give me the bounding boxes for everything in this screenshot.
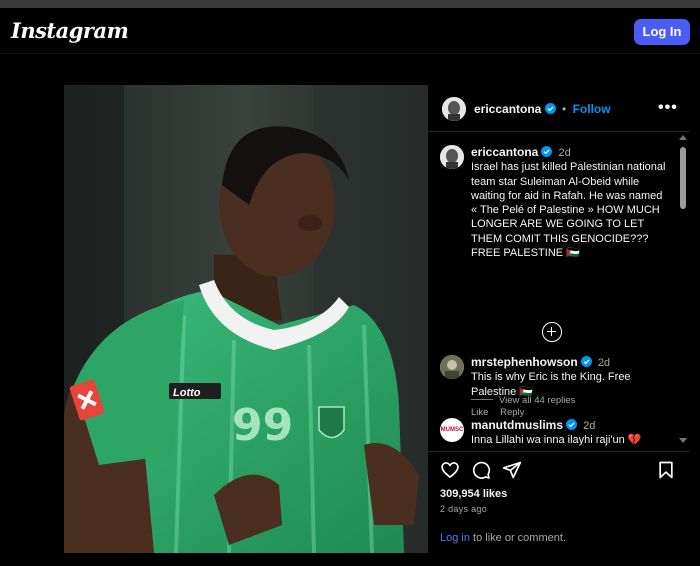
comments-list[interactable]: ericcantona 2d Israel has just killed Pa… — [428, 133, 690, 451]
instagram-logo[interactable]: Instagram — [11, 18, 129, 43]
top-navigation-bar: Instagram Log In — [0, 8, 700, 54]
shirt-number-text: 99 — [232, 400, 293, 451]
author-line: ericcantona • Follow — [474, 102, 611, 116]
scrollbar-thumb[interactable] — [680, 147, 686, 209]
scroll-up-arrow-icon[interactable] — [679, 135, 687, 140]
scroll-down-arrow-icon[interactable] — [679, 438, 687, 443]
post-timestamp: 2 days ago — [440, 504, 488, 514]
post-photo[interactable]: Lotto 99 — [64, 85, 428, 553]
reply-button[interactable]: Reply — [500, 407, 524, 418]
replies-divider — [471, 399, 493, 400]
avatar-logo-text: MUMSC — [440, 427, 464, 433]
login-button[interactable]: Log In — [634, 19, 690, 45]
verified-badge-icon — [566, 419, 578, 430]
like-comment-button[interactable]: Like — [471, 407, 488, 418]
comment-avatar[interactable] — [440, 355, 464, 379]
comment-time: 2d — [583, 420, 596, 432]
verified-badge-icon — [580, 356, 592, 367]
author-username[interactable]: ericcantona — [474, 102, 541, 116]
share-send-icon[interactable] — [502, 460, 522, 480]
caption-username[interactable]: ericcantona — [471, 145, 538, 159]
caption-avatar[interactable] — [440, 145, 464, 169]
post-header: ericcantona • Follow ••• — [428, 85, 690, 132]
login-prompt: Log in to like or comment. — [440, 532, 566, 544]
comments-scrollbar[interactable] — [678, 135, 688, 447]
post-details-pane: ericcantona • Follow ••• ericcantona 2d … — [428, 85, 690, 553]
comment-avatar[interactable]: MUMSC — [440, 418, 464, 442]
separator-dot: • — [562, 102, 567, 116]
login-link[interactable]: Log in — [440, 532, 470, 544]
load-more-comments-icon[interactable] — [542, 322, 562, 342]
verified-badge-icon — [541, 146, 553, 157]
more-options-icon[interactable]: ••• — [658, 99, 678, 117]
browser-top-strip — [0, 0, 700, 8]
like-heart-icon[interactable] — [440, 460, 460, 480]
author-avatar[interactable] — [442, 97, 466, 121]
bookmark-save-icon[interactable] — [656, 460, 676, 480]
view-replies-label: View all 44 replies — [499, 395, 576, 406]
comment-time: 2d — [597, 357, 611, 369]
view-replies-button[interactable]: View all 44 replies — [471, 395, 575, 406]
shirt-brand-text: Lotto — [173, 387, 201, 399]
post-actions: 309,954 likes 2 days ago Log in to like … — [428, 451, 690, 553]
follow-button[interactable]: Follow — [573, 102, 611, 116]
post-photo-image: Lotto 99 — [64, 85, 428, 553]
caption-text: Israel has just killed Palestinian natio… — [471, 161, 666, 260]
comment-username[interactable]: manutdmuslims — [471, 418, 563, 432]
comment-text: Inna Lillahi wa inna ilayhi raji'un 💔 — [471, 434, 642, 447]
caption-time: 2d — [558, 147, 571, 159]
comment-username[interactable]: mrstephenhowson — [471, 355, 578, 369]
login-prompt-text: to like or comment. — [469, 532, 566, 544]
comment-bubble-icon[interactable] — [471, 460, 491, 480]
likes-count[interactable]: 309,954 likes — [440, 488, 507, 500]
verified-badge-icon — [544, 103, 556, 114]
